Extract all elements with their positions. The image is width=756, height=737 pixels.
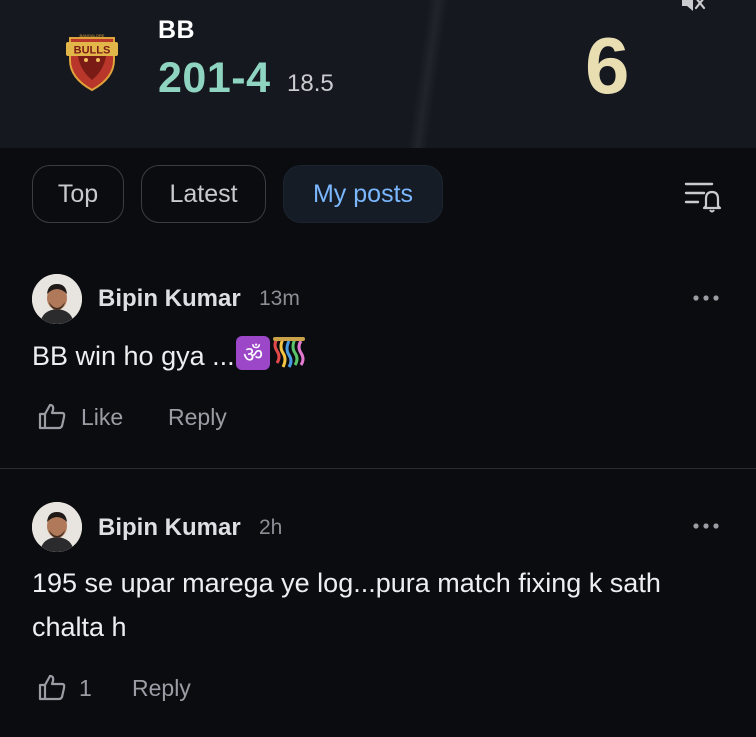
more-options-icon[interactable]	[692, 522, 720, 530]
reply-button[interactable]: Reply	[132, 675, 191, 702]
post-text: 195 se upar marega ye log...pura match f…	[32, 568, 661, 642]
user-avatar-icon	[32, 502, 82, 552]
post-time: 2h	[259, 516, 283, 539]
avatar[interactable]	[32, 502, 82, 552]
post-item: Bipin Kumar 2h 195 se upar marega ye log…	[0, 0, 756, 737]
like-count[interactable]: 1	[79, 675, 92, 702]
like-icon[interactable]	[37, 672, 67, 702]
post-author[interactable]: Bipin Kumar	[98, 514, 241, 542]
